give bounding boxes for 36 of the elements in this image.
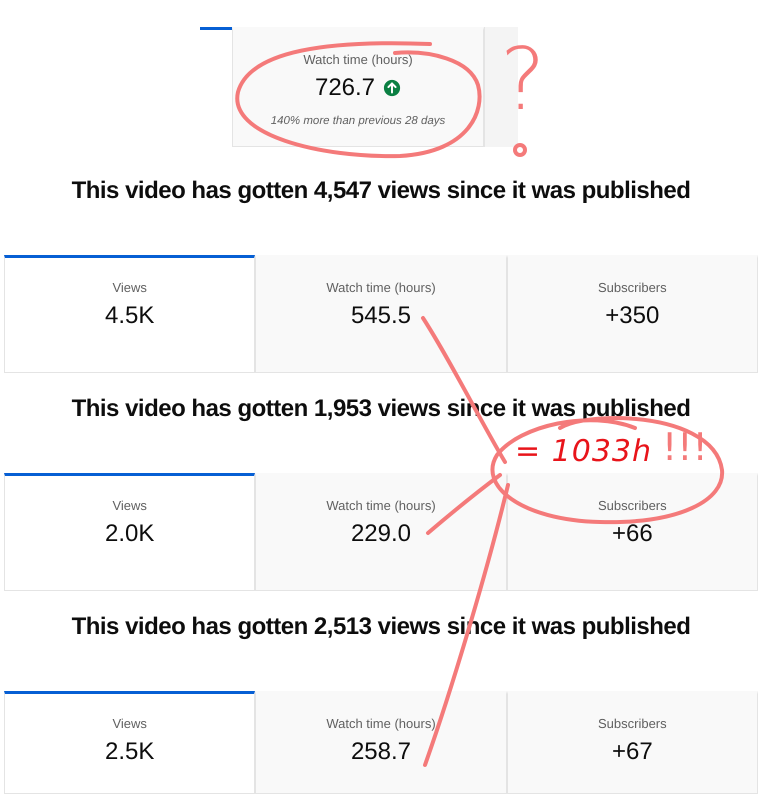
metric-tab[interactable]: Views 2.5K — [4, 691, 256, 794]
headline: This video has gotten 4,547 views since it was published — [70, 176, 692, 206]
dot-mark — [513, 143, 527, 157]
metric-value: 2.0K — [104, 519, 154, 549]
metric-value: +67 — [612, 737, 653, 767]
metric-value: 2.5K — [104, 737, 154, 767]
metric-tab[interactable]: Watch time (hours) 258.7 — [255, 691, 507, 794]
handwritten-note: = 1033h — [515, 436, 652, 468]
metric-label: Views — [112, 498, 147, 513]
metric-value: 545.5 — [350, 301, 412, 331]
metric-label: Subscribers — [598, 716, 667, 731]
metric-label: Subscribers — [598, 498, 667, 513]
metric-value: +350 — [605, 301, 660, 331]
metric-tab[interactable]: Views 4.5K — [4, 255, 256, 373]
comparison-note: 140% more than previous 28 days — [270, 115, 446, 127]
metric-value: 258.7 — [350, 737, 412, 767]
metric-tab[interactable]: Subscribers +66 — [506, 473, 758, 591]
metric-value: 726.7 — [314, 73, 376, 103]
metric-tab[interactable]: Views 2.0K — [4, 473, 256, 591]
handwritten-mark: ? — [500, 30, 546, 130]
metric-label: Views — [112, 280, 147, 295]
metric-label: Subscribers — [598, 280, 667, 295]
metric-label: Watch time (hours) — [326, 716, 436, 731]
metric-value: 4.5K — [104, 301, 154, 331]
metric-tab[interactable]: Watch time (hours) 229.0 — [255, 473, 507, 591]
metric-label: Watch time (hours) — [303, 52, 413, 67]
metric-tab[interactable]: Watch time (hours) 726.7 140% more than previous 28 days — [232, 27, 484, 147]
metric-label: Views — [112, 716, 147, 731]
metric-value: +66 — [612, 519, 653, 549]
metric-tab[interactable]: Subscribers +350 — [506, 255, 758, 373]
metric-label: Watch time (hours) — [326, 280, 436, 295]
metric-tab[interactable] — [200, 27, 232, 30]
metric-tab[interactable]: Watch time (hours) 545.5 — [255, 255, 507, 373]
metric-tab[interactable]: Subscribers +67 — [506, 691, 758, 794]
metric-value: 229.0 — [350, 519, 412, 549]
metric-label: Watch time (hours) — [326, 498, 436, 513]
